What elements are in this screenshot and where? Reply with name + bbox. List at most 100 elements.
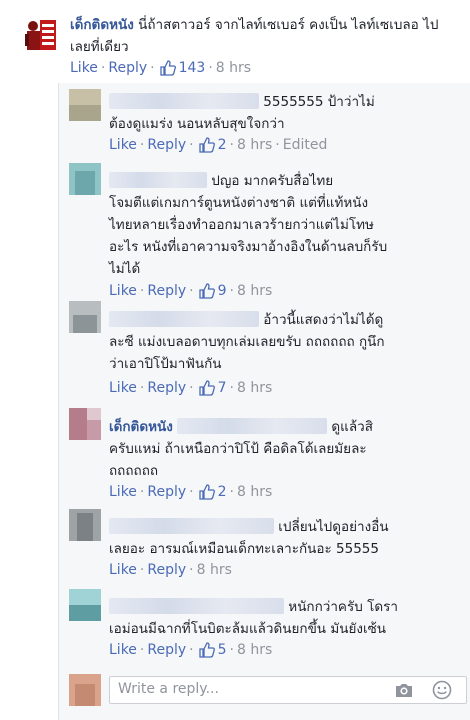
reply-link[interactable]: Reply (147, 283, 186, 299)
reply-text-line: ต้องดูแมร่ง นอนหลับสุขใจกว่า (109, 116, 285, 132)
timestamp[interactable]: 8 hrs (237, 484, 272, 500)
reply-text-line: อ้าวนี้แสดงว่าไม่ได้ดู (263, 312, 384, 328)
separator-dot: · (100, 60, 106, 76)
comment-actions: Like · Reply · 143 · 8 hrs (70, 60, 251, 76)
reply-text-line: 5555555 ป้าว่าไม่ (263, 94, 375, 110)
separator-dot: · (229, 484, 234, 500)
reply-text-line: ว่าเอาปิโป้มาฟันกัน (109, 356, 222, 372)
avatar[interactable] (69, 163, 101, 195)
like-count[interactable]: 2 (218, 484, 227, 500)
separator-dot: · (139, 137, 145, 153)
avatar[interactable] (69, 509, 101, 541)
reply-text-line: ดูแล้วสิ (331, 419, 373, 435)
like-link[interactable]: Like (109, 283, 137, 299)
reply-text-line: ละซี แม่งเบลอดาบทุกเล่มเลยขรับ ถถถถถถ กู… (109, 334, 385, 350)
thumbs-up-icon[interactable] (198, 137, 215, 153)
separator-dot: · (189, 283, 194, 299)
reply-link[interactable]: Reply (147, 484, 186, 500)
timestamp[interactable]: 8 hrs (216, 60, 251, 76)
reply-actions: Like · Reply · 8 hrs (109, 562, 232, 578)
reply-text-line: เปลี่ยนไปดูอย่างอื่น (278, 519, 389, 535)
replies-section: 5555555 ป้าว่าไม่ ต้องดูแมร่ง นอนหลับสุข… (58, 83, 470, 720)
timestamp[interactable]: 8 hrs (237, 137, 272, 153)
thumbs-up-icon[interactable] (198, 642, 215, 658)
emoji-icon[interactable] (432, 680, 452, 700)
like-count[interactable]: 9 (218, 283, 227, 299)
like-link[interactable]: Like (109, 642, 137, 658)
reply-link[interactable]: Reply (147, 562, 186, 578)
reply-body: เปลี่ยนไปดูอย่างอื่น เลยอะ อารมณ์เหมือนเ… (109, 516, 459, 560)
separator-dot: · (139, 380, 145, 396)
separator-dot: · (139, 642, 145, 658)
separator-dot: · (189, 562, 194, 578)
page-avatar[interactable] (20, 16, 60, 56)
blurred-name (109, 518, 274, 534)
separator-dot: · (275, 137, 280, 153)
like-count[interactable]: 7 (218, 380, 227, 396)
separator-dot: · (229, 137, 234, 153)
timestamp[interactable]: 8 hrs (237, 283, 272, 299)
separator-dot: · (189, 642, 194, 658)
separator-dot: · (139, 283, 145, 299)
reply-text-line: ครับแหม่ ถ้าเหนือกว่าปิโป้ คือดิลโด้เลยม… (109, 441, 367, 457)
reply-actions: Like · Reply · 7 · 8 hrs (109, 380, 272, 396)
main-comment: เด็กติดหนัง นี่ถ้าสตาวอร์ จากไลท์เซเบอร์… (0, 0, 470, 88)
avatar[interactable] (69, 89, 101, 121)
like-link[interactable]: Like (70, 60, 98, 76)
like-count[interactable]: 5 (218, 642, 227, 658)
comment-author[interactable]: เด็กติดหนัง (70, 17, 134, 33)
like-link[interactable]: Like (109, 484, 137, 500)
camera-icon[interactable] (394, 681, 414, 699)
thumbs-up-icon[interactable] (198, 484, 215, 500)
thumbs-up-icon[interactable] (198, 283, 215, 299)
like-count[interactable]: 143 (179, 60, 206, 76)
reply-input-placeholder: Write a reply... (118, 681, 219, 697)
thumbs-up-icon[interactable] (198, 380, 215, 396)
reply-text-line: ปญอ มากครับสื่อไทย (211, 173, 334, 189)
reply-text-line: ถถถถถถ (109, 463, 159, 479)
blurred-name (109, 93, 259, 109)
separator-dot: · (229, 380, 234, 396)
reply-actions: Like · Reply · 2 · 8 hrs (109, 484, 272, 500)
avatar[interactable] (69, 408, 101, 440)
reply-text-line: อะไร หนังที่เอาความจริงมาอ้างอิงในด้านลบ… (109, 239, 388, 255)
separator-dot: · (139, 484, 145, 500)
reply-text-line: ไทยหลายเรื่องทำออกมาเลวร้ายกว่าแต่ไม่โทษ (109, 217, 374, 233)
reply-actions: Like · Reply · 9 · 8 hrs (109, 283, 272, 299)
reply-body: 5555555 ป้าว่าไม่ ต้องดูแมร่ง นอนหลับสุข… (109, 91, 459, 135)
timestamp[interactable]: 8 hrs (197, 562, 232, 578)
blurred-name (109, 598, 284, 614)
like-link[interactable]: Like (109, 380, 137, 396)
blurred-name (109, 311, 259, 327)
reply-link[interactable]: Reply (147, 137, 186, 153)
reply-link[interactable]: Reply (147, 380, 186, 396)
current-user-avatar (69, 674, 101, 706)
reply-author[interactable]: เด็กติดหนัง (109, 419, 173, 435)
avatar[interactable] (69, 301, 101, 333)
reply-actions: Like · Reply · 5 · 8 hrs (109, 642, 272, 658)
separator-dot: · (229, 283, 234, 299)
timestamp[interactable]: 8 hrs (237, 642, 272, 658)
like-link[interactable]: Like (109, 562, 137, 578)
reply-text-line: ไม่ได้ (109, 261, 141, 277)
reply-actions: Like · Reply · 2 · 8 hrs · Edited (109, 137, 327, 153)
avatar[interactable] (69, 589, 101, 621)
blurred-name (109, 172, 207, 188)
separator-dot: · (208, 60, 213, 76)
separator-dot: · (189, 484, 194, 500)
reply-body: หนักกว่าครับ โดรา เอม่อนมีฉากที่โนบิตะล้… (109, 596, 459, 640)
edited-label[interactable]: Edited (283, 137, 328, 153)
like-link[interactable]: Like (109, 137, 137, 153)
separator-dot: · (189, 380, 194, 396)
like-count[interactable]: 2 (218, 137, 227, 153)
separator-dot: · (229, 642, 234, 658)
reply-body: เด็กติดหนัง ดูแล้วสิ ครับแหม่ ถ้าเหนือกว… (109, 416, 459, 482)
separator-dot: · (189, 137, 194, 153)
blurred-name (177, 418, 328, 434)
reply-text-line: เลยอะ อารมณ์เหมือนเด็กทะเลาะกันอะ 55555 (109, 541, 379, 557)
thumbs-up-icon[interactable] (159, 60, 176, 76)
timestamp[interactable]: 8 hrs (237, 380, 272, 396)
reply-link[interactable]: Reply (108, 60, 147, 76)
reply-link[interactable]: Reply (147, 642, 186, 658)
reply-input[interactable]: Write a reply... (109, 676, 467, 704)
